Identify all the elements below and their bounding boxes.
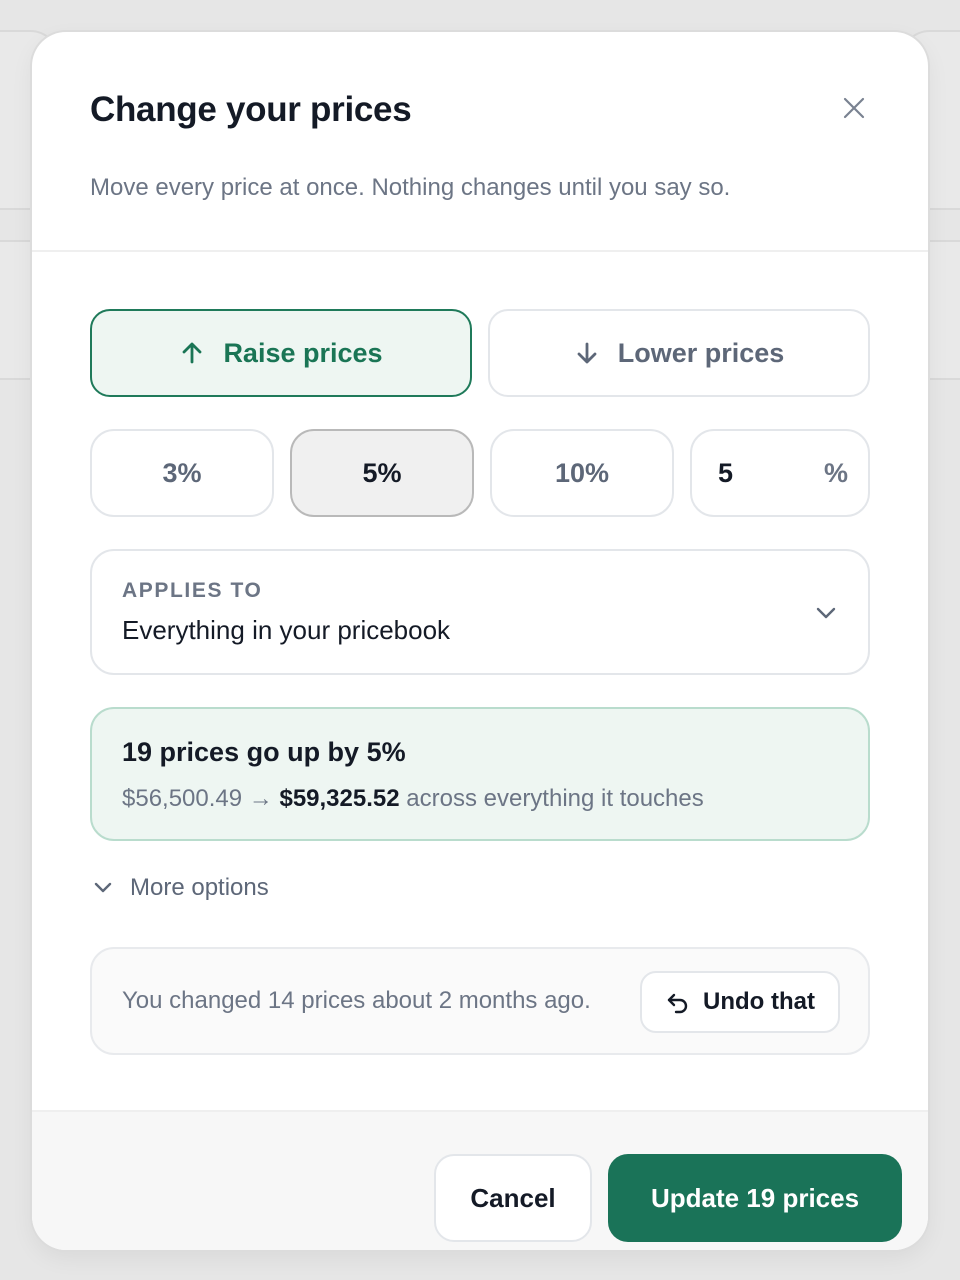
custom-percent-unit: % (823, 457, 848, 488)
applies-to-value: Everything in your pricebook (122, 615, 451, 645)
close-icon (843, 97, 865, 119)
old-total: $56,500.49 (122, 785, 243, 812)
update-prices-button[interactable]: Update 19 prices (608, 1154, 902, 1242)
summary-suffix: across everything it touches (406, 785, 704, 812)
dialog-subtitle: Move every price at once. Nothing change… (90, 174, 731, 201)
summary-totals: $56,500.49 → $59,325.52 across everythin… (122, 785, 704, 813)
applies-to-label: APPLIES TO (122, 579, 263, 602)
undo-icon (665, 989, 691, 1015)
percent-option-10[interactable]: 10% (490, 429, 674, 517)
applies-to-select[interactable]: APPLIES TO Everything in your pricebook (90, 549, 870, 675)
custom-percent-input[interactable]: 5 % (690, 429, 870, 517)
percent-option-5[interactable]: 5% (290, 429, 474, 517)
recent-change-notice: You changed 14 prices about 2 months ago… (90, 947, 870, 1055)
arrow-up-icon (179, 340, 205, 366)
dialog-title: Change your prices (90, 90, 412, 129)
close-button[interactable] (836, 90, 872, 126)
arrow: → (248, 785, 273, 812)
chevron-down-icon (92, 877, 114, 899)
new-total: $59,325.52 (279, 785, 400, 812)
more-options-toggle[interactable]: More options (92, 874, 269, 902)
percent-option-3[interactable]: 3% (90, 429, 274, 517)
raise-prices-button[interactable]: Raise prices (90, 309, 472, 397)
cancel-button[interactable]: Cancel (434, 1154, 592, 1242)
change-prices-dialog: Change your prices Move every price at o… (32, 32, 928, 1250)
dialog-header: Change your prices Move every price at o… (32, 32, 928, 252)
custom-percent-value: 5 (718, 457, 734, 488)
price-change-summary: 19 prices go up by 5% $56,500.49 → $59,3… (90, 707, 870, 841)
recent-change-message: You changed 14 prices about 2 months ago… (122, 987, 591, 1014)
lower-prices-button[interactable]: Lower prices (488, 309, 870, 397)
summary-headline: 19 prices go up by 5% (122, 737, 406, 767)
chevron-down-icon (814, 601, 838, 630)
dialog-footer: Cancel Update 19 prices (32, 1110, 928, 1250)
raise-prices-label: Raise prices (223, 337, 383, 368)
undo-label: Undo that (703, 988, 815, 1015)
arrow-down-icon (574, 340, 600, 366)
more-options-label: More options (130, 874, 269, 901)
lower-prices-label: Lower prices (617, 337, 785, 368)
undo-button[interactable]: Undo that (640, 971, 840, 1033)
